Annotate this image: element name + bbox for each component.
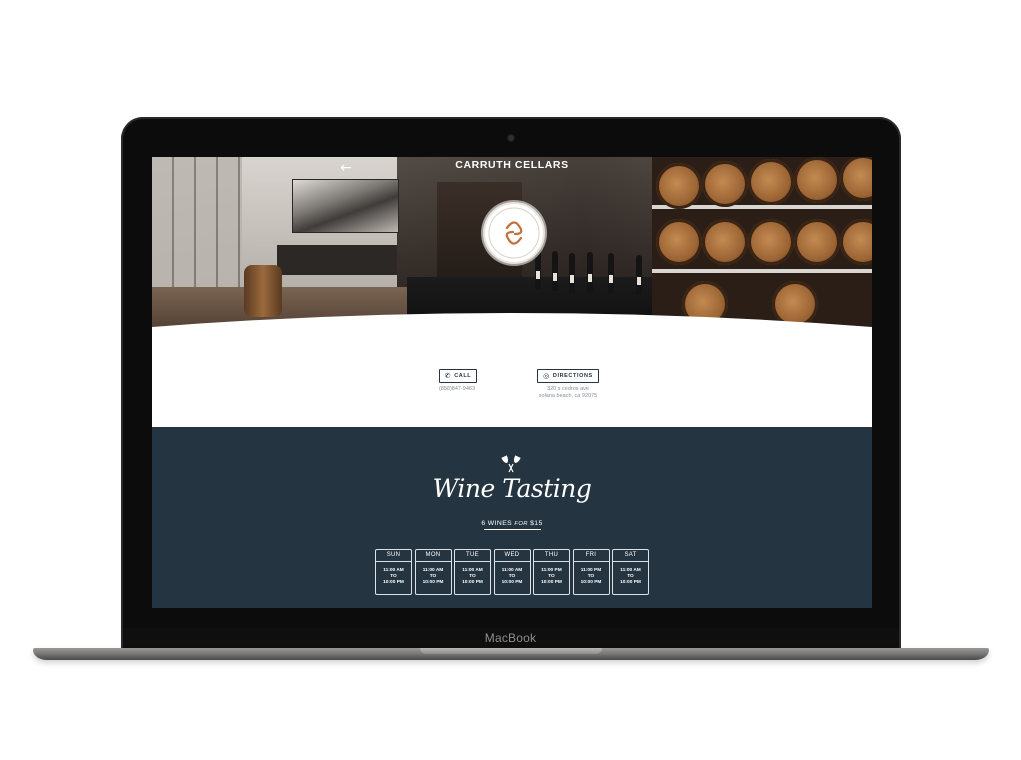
day-card-fri: FRI 11:00 PM TO 10:00 PM: [572, 549, 610, 595]
day-card-thu: THU 11:00 PM TO 10:00 PM: [533, 549, 570, 595]
contact-section: ✆ CALL (858)847-9463 ◎ DIRECTIONS 320 s …: [152, 347, 872, 427]
hero-photo: ← CARRUTH CELLARS: [152, 157, 872, 335]
day-card-wed: WED 11:00 AM TO 10:00 PM: [493, 549, 531, 595]
phone-number[interactable]: (858)847-9463: [424, 386, 490, 393]
close-time: 10:00 PM: [620, 580, 641, 585]
close-time: 10:00 PM: [501, 580, 523, 585]
hours-grid: SUN 11:00 AM TO 10:00 PM MON 11:00 AM TO…: [375, 549, 651, 596]
tasting-offer: 6 WINES FOR $15: [152, 520, 872, 527]
day-card-mon: MON 11:00 AM TO 10:00 PM: [414, 549, 452, 595]
photo-barrel: [656, 219, 702, 265]
photo-bottle: [569, 253, 575, 293]
day-hours: 11:00 PM TO 10:00 PM: [534, 562, 569, 586]
day-name: THU: [534, 550, 569, 562]
offer-price: $15: [530, 520, 543, 527]
directions-button[interactable]: ◎ DIRECTIONS: [537, 369, 599, 383]
photo-barrel: [702, 219, 748, 265]
brand-logo[interactable]: [483, 202, 545, 264]
close-time: 10:00 PM: [541, 580, 562, 585]
day-hours: 11:00 AM TO 10:00 PM: [613, 562, 648, 586]
call-label: CALL: [454, 373, 472, 379]
day-name: FRI: [573, 550, 609, 562]
photo-bottle: [636, 255, 642, 295]
map-pin-icon: ◎: [543, 371, 550, 380]
tasting-title: Wine Tasting: [432, 474, 592, 503]
offer-for: FOR: [514, 521, 528, 527]
day-hours: 11:00 AM TO 10:00 PM: [416, 562, 451, 586]
wine-glasses-icon: [501, 455, 521, 473]
screen: ← CARRUTH CELLARS ✆ CALL (858)847-9463 ◎…: [152, 157, 872, 608]
camera-icon: [508, 135, 514, 141]
offer-wines: 6 WINES: [481, 520, 513, 527]
day-name: SUN: [376, 550, 411, 562]
photo-bottle: [608, 253, 614, 293]
wine-tasting-section: Wine Tasting 6 WINES FOR $15 SUN 11:00 A…: [152, 427, 872, 608]
photo-banquette: [277, 245, 397, 275]
photo-barrel: [794, 219, 840, 265]
laptop-brand: MacBook: [484, 631, 537, 645]
offer-underline: [484, 529, 541, 530]
day-card-sun: SUN 11:00 AM TO 10:00 PM: [375, 549, 412, 595]
laptop-hinge-notch: [420, 648, 602, 654]
call-button[interactable]: ✆ CALL: [439, 369, 477, 383]
photo-barrel: [748, 219, 794, 265]
photo-bottle: [552, 251, 558, 291]
day-hours: 11:00 PM TO 10:00 PM: [574, 562, 609, 586]
day-name: SAT: [613, 550, 648, 562]
day-hours: 11:00 AM TO 10:00 PM: [376, 562, 411, 586]
directions-label: DIRECTIONS: [552, 373, 593, 379]
photo-bottle: [587, 252, 593, 292]
day-name: MON: [415, 550, 451, 562]
day-card-sat: SAT 11:00 AM TO 10:00 PM: [612, 549, 649, 595]
day-hours: 11:00 AM TO 10:00 PM: [455, 562, 490, 586]
site-title: CARRUTH CELLARS: [455, 159, 569, 171]
day-name: TUE: [455, 550, 490, 562]
photo-barrel: [840, 219, 872, 265]
day-name: WED: [494, 550, 530, 562]
hero-curve: [152, 313, 872, 335]
photo-painting: [292, 179, 399, 233]
close-time: 10:00 PM: [580, 580, 602, 585]
logo-mark: [488, 207, 540, 259]
close-time: 10:00 PM: [383, 580, 404, 585]
phone-icon: ✆: [444, 371, 452, 380]
address-line-1: 320 s cedros ave: [547, 386, 589, 392]
close-time: 10:00 PM: [422, 580, 444, 585]
photo-rack: [652, 269, 872, 273]
day-card-tue: TUE 11:00 AM TO 10:00 PM: [454, 549, 491, 595]
address: 320 s cedros ave solana beach, ca 92075: [520, 386, 616, 400]
close-time: 10:00 PM: [462, 580, 483, 585]
day-hours: 11:00 AM TO 10:00 PM: [495, 562, 530, 586]
address-line-2: solana beach, ca 92075: [538, 393, 598, 399]
